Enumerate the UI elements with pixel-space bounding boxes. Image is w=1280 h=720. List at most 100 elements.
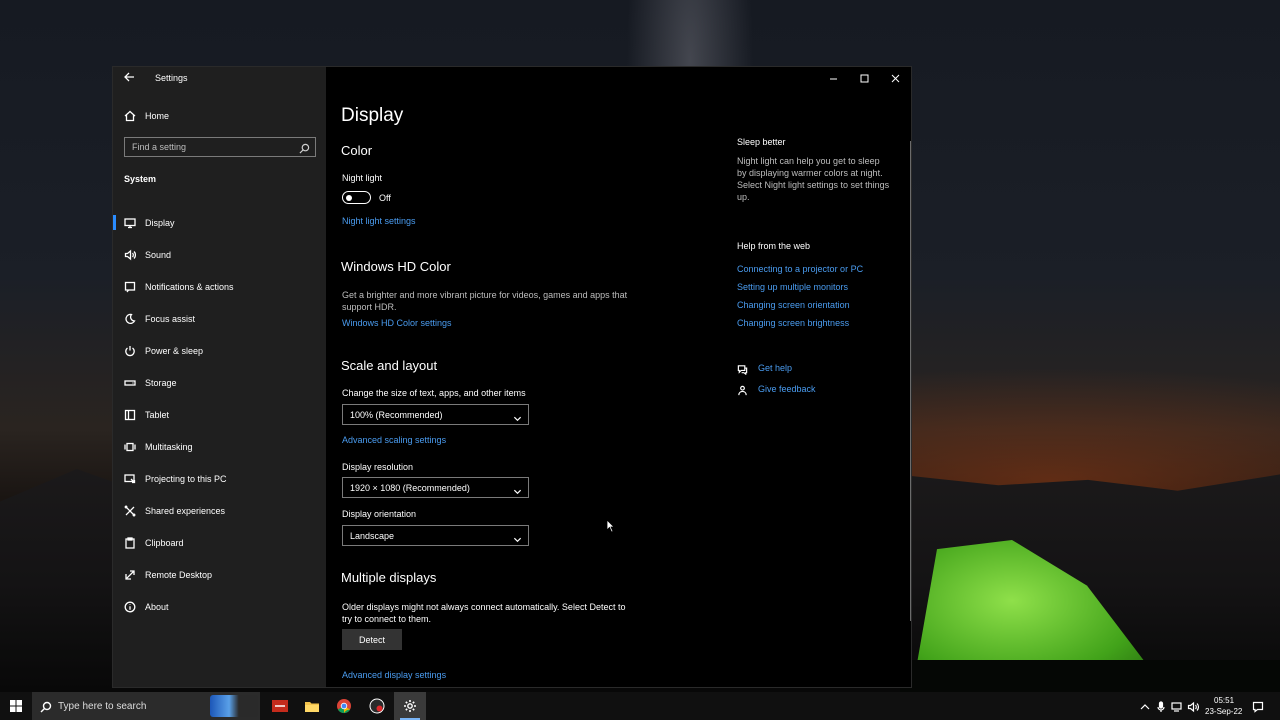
- back-button[interactable]: [123, 71, 137, 85]
- taskbar-search-input[interactable]: [58, 698, 208, 714]
- search-icon[interactable]: [299, 141, 311, 154]
- sidebar-item-power-sleep[interactable]: Power & sleep: [113, 335, 326, 367]
- resolution-dropdown[interactable]: 1920 × 1080 (Recommended): [342, 477, 529, 498]
- show-hidden-icons-chevron-up-icon[interactable]: [1139, 700, 1151, 712]
- help-from-web-title: Help from the web: [737, 241, 811, 251]
- sidebar-item-display[interactable]: Display: [113, 207, 326, 239]
- chevron-down-icon: [513, 483, 523, 495]
- give-feedback-link[interactable]: Give feedback: [737, 382, 816, 396]
- gear-icon: [404, 700, 416, 712]
- sidebar-item-remote-desktop[interactable]: Remote Desktop: [113, 559, 326, 591]
- sidebar-item-about[interactable]: About: [113, 591, 326, 623]
- help-link-projector[interactable]: Connecting to a projector or PC: [737, 264, 863, 274]
- hd-color-description-line2: support HDR.: [342, 302, 397, 312]
- heading-color: Color: [341, 143, 373, 158]
- advanced-scaling-link[interactable]: Advanced scaling settings: [342, 435, 446, 445]
- close-button[interactable]: [880, 67, 911, 89]
- get-help-label: Get help: [758, 363, 793, 373]
- volume-icon[interactable]: [1187, 700, 1199, 713]
- sleep-better-title: Sleep better: [737, 137, 786, 147]
- get-help-link[interactable]: Get help: [737, 361, 793, 376]
- chrome-app[interactable]: [328, 692, 360, 720]
- chevron-down-icon: [513, 531, 523, 543]
- orientation-label: Display orientation: [342, 509, 417, 519]
- storage-icon: [123, 376, 137, 390]
- network-icon[interactable]: [1171, 700, 1183, 712]
- help-link-screen-orientation[interactable]: Changing screen orientation: [737, 300, 850, 310]
- orientation-dropdown-value: Landscape: [350, 531, 395, 541]
- sleep-better-line2: by displaying warmer colors at night.: [737, 168, 883, 178]
- sleep-better-line4: up.: [737, 192, 750, 202]
- sidebar-item-storage[interactable]: Storage: [113, 367, 326, 399]
- sidebar-item-clipboard[interactable]: Clipboard: [113, 527, 326, 559]
- notification-icon: [123, 280, 137, 294]
- night-light-toggle[interactable]: [342, 191, 371, 204]
- scale-dropdown-value: 100% (Recommended): [350, 410, 443, 420]
- maximize-button[interactable]: [849, 67, 880, 89]
- taskbar-clock-time[interactable]: 05:51: [1214, 696, 1234, 705]
- nav-home-label: Home: [145, 111, 170, 121]
- sleep-better-line3: Select Night light settings to set thing…: [737, 180, 890, 190]
- back-arrow-icon: [124, 72, 134, 82]
- help-link-multiple-monitors[interactable]: Setting up multiple monitors: [737, 282, 848, 292]
- wallpaper-grass: [900, 660, 1280, 692]
- file-explorer-app[interactable]: [296, 692, 328, 720]
- settings-sidebar: Settings Home System Display Sound: [113, 67, 326, 687]
- sidebar-item-label: Clipboard: [145, 538, 184, 548]
- hd-color-description-line1: Get a brighter and more vibrant picture …: [342, 290, 628, 300]
- settings-content: Display Color Night light Off Night ligh…: [326, 67, 911, 687]
- sidebar-item-notifications[interactable]: Notifications & actions: [113, 271, 326, 303]
- notification-center-icon[interactable]: [1252, 700, 1264, 713]
- remote-desktop-icon: [123, 568, 137, 582]
- nav-home[interactable]: Home: [113, 107, 326, 125]
- sidebar-item-sound[interactable]: Sound: [113, 239, 326, 271]
- windows-logo-icon: [10, 700, 22, 712]
- obs-app[interactable]: [361, 692, 393, 720]
- sidebar-item-label: Focus assist: [145, 314, 196, 324]
- section-title-system: System: [124, 174, 157, 184]
- settings-app[interactable]: [394, 692, 426, 720]
- taskbar-clock-date[interactable]: 23-Sep-22: [1205, 707, 1242, 716]
- sidebar-item-shared-experiences[interactable]: Shared experiences: [113, 495, 326, 527]
- taskbar: 05:51 23-Sep-22: [0, 692, 1280, 720]
- detect-button[interactable]: Detect: [342, 629, 402, 650]
- sleep-better-line1: Night light can help you get to sleep: [737, 156, 880, 166]
- projecting-icon: [123, 472, 137, 486]
- feedback-person-icon: [737, 383, 749, 396]
- start-button[interactable]: [0, 692, 32, 720]
- toggle-knob: [346, 194, 352, 201]
- sidebar-item-label: Sound: [145, 250, 172, 260]
- sidebar-item-label: Multitasking: [145, 442, 193, 452]
- chat-help-icon: [737, 362, 749, 376]
- sidebar-item-label: Remote Desktop: [145, 570, 213, 580]
- scale-dropdown[interactable]: 100% (Recommended): [342, 404, 529, 425]
- voice-recorder-app[interactable]: [264, 692, 296, 720]
- find-setting-search[interactable]: [124, 137, 316, 157]
- clipboard-icon: [123, 536, 137, 550]
- moon-icon: [123, 312, 137, 326]
- monitor-icon: [123, 216, 137, 230]
- orientation-dropdown[interactable]: Landscape: [342, 525, 529, 546]
- night-light-label: Night light: [342, 173, 383, 183]
- sidebar-item-tablet[interactable]: Tablet: [113, 399, 326, 431]
- help-link-screen-brightness[interactable]: Changing screen brightness: [737, 318, 849, 328]
- find-setting-input[interactable]: [125, 138, 295, 156]
- power-icon: [123, 344, 137, 358]
- microphone-icon[interactable]: [1155, 700, 1167, 712]
- sidebar-item-projecting[interactable]: Projecting to this PC: [113, 463, 326, 495]
- search-highlight-widget[interactable]: [210, 695, 258, 717]
- sidebar-item-label: Storage: [145, 378, 177, 388]
- sidebar-item-focus-assist[interactable]: Focus assist: [113, 303, 326, 335]
- search-icon: [40, 700, 52, 713]
- mouse-cursor-icon: [606, 519, 615, 533]
- sidebar-item-label: Shared experiences: [145, 506, 226, 516]
- minimize-button[interactable]: [818, 67, 849, 89]
- content-scrollbar[interactable]: [910, 141, 911, 621]
- night-light-settings-link[interactable]: Night light settings: [342, 216, 416, 226]
- advanced-display-settings-link[interactable]: Advanced display settings: [342, 670, 446, 680]
- tablet-icon: [123, 408, 137, 422]
- sidebar-item-label: Notifications & actions: [145, 282, 234, 292]
- sidebar-item-multitasking[interactable]: Multitasking: [113, 431, 326, 463]
- hd-color-settings-link[interactable]: Windows HD Color settings: [342, 318, 452, 328]
- speaker-icon: [123, 248, 137, 262]
